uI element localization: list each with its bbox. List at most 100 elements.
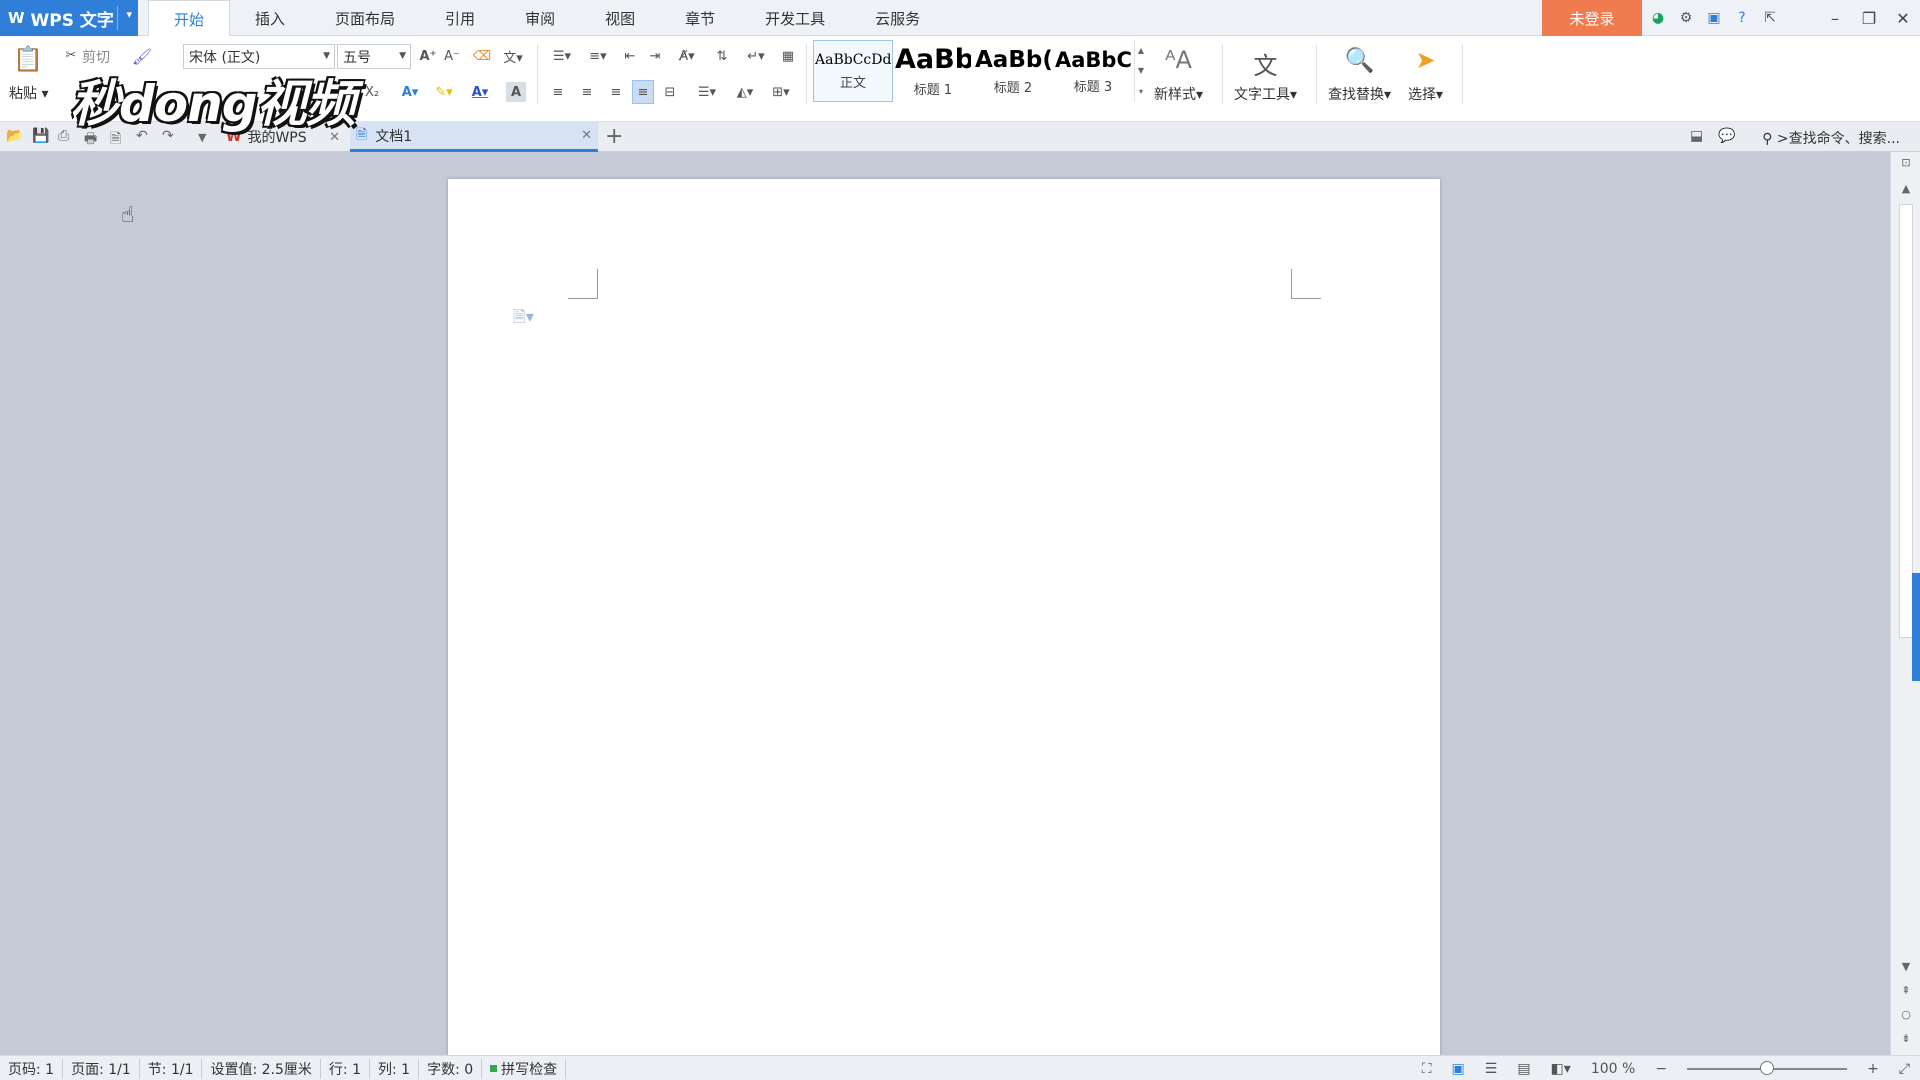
paste-options-icon[interactable]: 🗎▾	[513, 306, 534, 333]
status-page-number[interactable]: 页码: 1	[8, 1058, 64, 1079]
tab-view[interactable]: 视图	[580, 0, 660, 36]
shading-icon[interactable]: ◭▾	[730, 82, 760, 102]
clear-format-icon[interactable]: ⌫	[472, 46, 492, 66]
tab-cloud[interactable]: 云服务	[850, 0, 945, 36]
zoom-in-icon[interactable]: +	[1867, 1061, 1879, 1077]
paste-icon[interactable]: 📋	[13, 44, 43, 74]
chevron-down-icon[interactable]: ▼	[1138, 66, 1144, 75]
tab-insert[interactable]: 插入	[230, 0, 310, 36]
expand-icon[interactable]: ▾	[1139, 87, 1143, 96]
scissors-icon[interactable]: ✂	[62, 46, 80, 64]
style-normal[interactable]: AaBbCcDd 正文	[813, 40, 893, 102]
command-search[interactable]: ⚲ >查找命令、搜索...	[1762, 128, 1900, 148]
paste-button[interactable]: 粘贴 ▾	[9, 83, 48, 103]
save-icon[interactable]: 💾	[32, 128, 49, 144]
fullscreen-icon[interactable]: ⛶	[1422, 1061, 1432, 1077]
close-icon[interactable]: ✕	[1886, 0, 1920, 36]
style-heading-2[interactable]: AaBb( 标题 2	[973, 40, 1053, 102]
browse-object-icon[interactable]: ○	[1891, 1008, 1920, 1021]
prev-page-icon[interactable]: ⇞	[1891, 984, 1920, 997]
open-folder-icon[interactable]: 📂	[6, 128, 23, 144]
pin-icon[interactable]: ⬓	[1690, 128, 1703, 144]
format-painter-icon[interactable]: 🖌	[132, 46, 152, 66]
page-view-icon[interactable]: ▣	[1452, 1061, 1465, 1077]
scroll-down-icon[interactable]: ▼	[1891, 960, 1920, 973]
scroll-thumb[interactable]	[1899, 204, 1913, 638]
web-view-icon[interactable]: ▤	[1517, 1061, 1530, 1077]
status-column[interactable]: 列: 1	[378, 1058, 420, 1079]
text-direction-icon[interactable]: A̸▾	[672, 46, 702, 66]
restore-ribbon-icon[interactable]: ⇱	[1760, 8, 1780, 28]
zoom-out-icon[interactable]: −	[1655, 1061, 1667, 1077]
status-row[interactable]: 行: 1	[329, 1058, 370, 1079]
align-center-icon[interactable]: ≡	[577, 82, 597, 102]
app-name: WPS 文字	[30, 10, 114, 31]
zoom-level[interactable]: 100 %	[1591, 1061, 1635, 1077]
font-color-icon[interactable]: A▾	[466, 82, 494, 102]
text-effect-icon[interactable]: A▾	[397, 82, 423, 102]
tab-developer[interactable]: 开发工具	[740, 0, 850, 36]
subscript-icon[interactable]: X₂	[362, 82, 382, 102]
highlight-icon[interactable]: ✎▾	[430, 82, 458, 102]
document-icon: 🗎	[356, 126, 368, 143]
bullet-list-icon[interactable]: ☰▾	[548, 46, 576, 66]
justify-icon[interactable]: ≡	[632, 80, 654, 104]
side-panel-tab[interactable]	[1912, 573, 1920, 681]
chevron-up-icon[interactable]: ▲	[1138, 46, 1144, 55]
tab-page-layout[interactable]: 页面布局	[310, 0, 420, 36]
tab-review[interactable]: 审阅	[500, 0, 580, 36]
close-icon[interactable]: ✕	[581, 128, 592, 143]
increase-indent-icon[interactable]: ⇥	[645, 46, 665, 66]
decrease-indent-icon[interactable]: ⇤	[620, 46, 640, 66]
line-spacing-icon[interactable]: ☰▾	[692, 82, 722, 102]
align-left-icon[interactable]: ≡	[548, 82, 568, 102]
zoom-slider-thumb[interactable]	[1760, 1060, 1775, 1075]
shrink-font-icon[interactable]: A⁻	[442, 46, 462, 66]
scroll-up-icon[interactable]: ▲	[1891, 182, 1920, 195]
status-word-count[interactable]: 字数: 0	[427, 1058, 483, 1079]
next-page-icon[interactable]: ⇟	[1891, 1032, 1920, 1045]
comment-icon[interactable]: 💬	[1718, 128, 1735, 144]
settings-icon[interactable]: ⚙	[1676, 8, 1696, 28]
document-page[interactable]: 🗎▾	[448, 179, 1440, 1055]
grow-font-icon[interactable]: A⁺	[418, 46, 438, 66]
status-pages[interactable]: 页面: 1/1	[71, 1058, 140, 1079]
tab-references[interactable]: 引用	[420, 0, 500, 36]
show-marks-icon[interactable]: ↵▾	[742, 46, 770, 66]
maximize-icon[interactable]: ❐	[1852, 0, 1886, 36]
status-section[interactable]: 节: 1/1	[148, 1058, 203, 1079]
styles-scroll[interactable]: ▲ ▼ ▾	[1134, 40, 1147, 102]
tab-document-1[interactable]: 🗎 文档1 ✕	[350, 122, 598, 152]
fit-page-icon[interactable]: ⤢	[1899, 1061, 1910, 1077]
share-icon[interactable]: ▣	[1704, 8, 1724, 28]
spell-check-button[interactable]: 拼写检查	[490, 1058, 567, 1079]
select-button[interactable]: ➤ 选择▾	[1408, 46, 1443, 104]
phonetic-icon[interactable]: 文▾	[500, 46, 526, 66]
tab-chapter[interactable]: 章节	[660, 0, 740, 36]
help-icon[interactable]: ?	[1732, 8, 1752, 28]
app-menu-button[interactable]: W WPS 文字 ▾	[0, 0, 138, 36]
status-setting[interactable]: 设置值: 2.5厘米	[210, 1058, 321, 1079]
distribute-icon[interactable]: ⊟	[660, 82, 680, 102]
login-button[interactable]: 未登录	[1542, 0, 1642, 36]
border-icon[interactable]: ⊞▾	[766, 82, 796, 102]
style-heading-3[interactable]: AaBbC 标题 3	[1053, 40, 1133, 102]
align-right-icon[interactable]: ≡	[606, 82, 626, 102]
style-heading-1[interactable]: AaBb 标题 1	[893, 40, 973, 102]
numbered-list-icon[interactable]: ≡▾	[584, 46, 612, 66]
char-shading-icon[interactable]: A	[506, 82, 526, 102]
reading-mode-icon[interactable]: ◧▾	[1551, 1061, 1571, 1077]
zoom-slider[interactable]	[1687, 1060, 1848, 1075]
add-tab-icon[interactable]: +	[605, 124, 623, 149]
sort-icon[interactable]: ⇅	[712, 46, 732, 66]
skin-icon[interactable]: ◕	[1648, 8, 1668, 28]
table-icon[interactable]: ▦	[778, 46, 798, 66]
split-icon[interactable]: ⊡	[1891, 156, 1920, 169]
outline-view-icon[interactable]: ☰	[1485, 1061, 1498, 1077]
tab-home[interactable]: 开始	[148, 0, 231, 37]
new-style-button[interactable]: ᴬA 新样式▾	[1154, 46, 1203, 104]
minimize-icon[interactable]: –	[1818, 0, 1852, 36]
text-tools-button[interactable]: 文 文字工具▾	[1234, 46, 1297, 104]
find-replace-button[interactable]: 🔍 查找替换▾	[1328, 46, 1391, 104]
export-icon[interactable]: ⎙	[58, 128, 69, 144]
